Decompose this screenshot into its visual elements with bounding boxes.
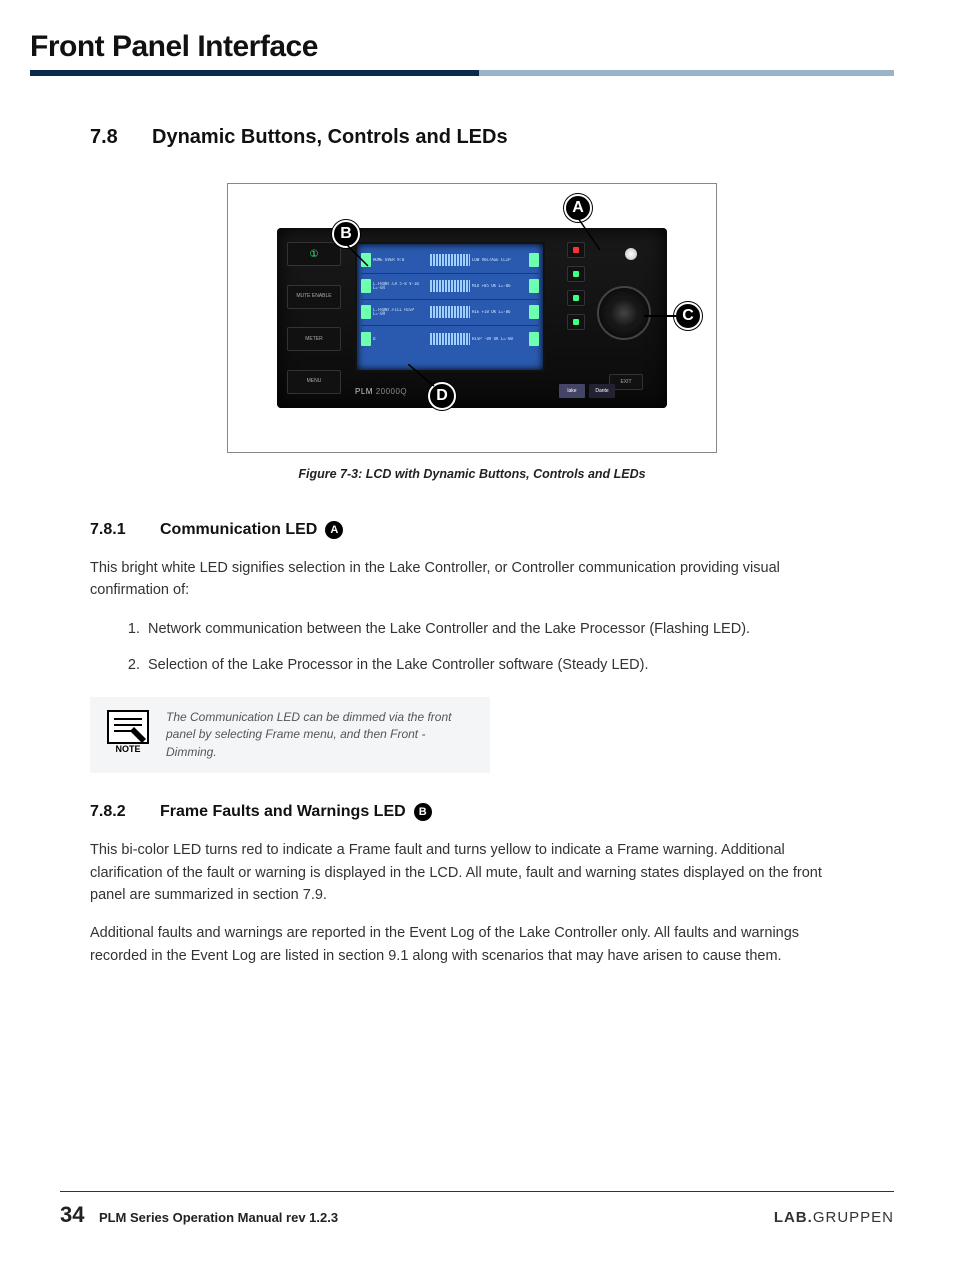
device-right-controls: EXIT — [567, 238, 657, 398]
callout-a-line — [578, 218, 608, 258]
callout-b-line — [346, 244, 376, 274]
model-label: PLM 20000Q — [355, 387, 407, 396]
callout-d-line — [408, 364, 438, 394]
badge-b: B — [414, 803, 432, 821]
badge-a: A — [325, 521, 343, 539]
s781-list: Network communication between the Lake C… — [144, 618, 854, 677]
page-header-title: Front Panel Interface — [30, 30, 894, 64]
section-title: Dynamic Buttons, Controls and LEDs — [152, 126, 508, 148]
dante-logo: Dante — [589, 384, 615, 398]
section-number: 7.8 — [90, 126, 152, 149]
device-panel: ① MUTE ENABLE METER MENU HOME OVER 9:0LO… — [277, 228, 667, 408]
subsection-781-number: 7.8.1 — [90, 521, 152, 539]
s781-list-item-2: Selection of the Lake Processor in the L… — [144, 654, 854, 676]
dynamic-button-3 — [567, 290, 585, 306]
section-heading: 7.8Dynamic Buttons, Controls and LEDs — [90, 126, 854, 149]
page-content: 7.8Dynamic Buttons, Controls and LEDs ① … — [30, 76, 894, 967]
figure-wrap: ① MUTE ENABLE METER MENU HOME OVER 9:0LO… — [90, 183, 854, 491]
communication-led — [625, 248, 637, 260]
dynamic-button-4 — [567, 314, 585, 330]
s781-paragraph-1: This bright white LED signifies selectio… — [90, 557, 854, 602]
header-rule — [30, 70, 894, 76]
lake-logo: lake — [559, 384, 585, 398]
figure-caption: Figure 7-3: LCD with Dynamic Buttons, Co… — [298, 467, 645, 481]
callout-c-line — [644, 315, 676, 317]
subsection-781-title: Communication LED — [160, 521, 317, 539]
footer-rule — [60, 1191, 894, 1192]
note-text: The Communication LED can be dimmed via … — [166, 709, 474, 761]
document-title: PLM Series Operation Manual rev 1.2.3 — [99, 1210, 338, 1225]
subsection-782-number: 7.8.2 — [90, 803, 152, 821]
power-button: ① — [287, 242, 341, 266]
page-footer: 34 PLM Series Operation Manual rev 1.2.3… — [60, 1191, 894, 1228]
lcd-screen: HOME OVER 9:0LOW VOLTAGE CLIP L.FRONT.LA… — [355, 242, 545, 372]
device-bottom-strip: PLM 20000Q lake Dante — [355, 384, 615, 398]
note-icon: NOTE — [106, 709, 150, 753]
subsection-782-heading: 7.8.2 Frame Faults and Warnings LED B — [90, 803, 854, 821]
subsection-782-title: Frame Faults and Warnings LED — [160, 803, 406, 821]
menu-button: MENU — [287, 370, 341, 394]
meter-button: METER — [287, 327, 341, 351]
page-number: 34 — [60, 1202, 84, 1227]
brand-logo: LAB.GRUPPEN — [774, 1209, 894, 1226]
s782-paragraph-2: Additional faults and warnings are repor… — [90, 922, 854, 967]
device-left-buttons: ① MUTE ENABLE METER MENU — [287, 242, 341, 394]
subsection-781-heading: 7.8.1 Communication LED A — [90, 521, 854, 539]
dynamic-button-2 — [567, 266, 585, 282]
figure-7-3: ① MUTE ENABLE METER MENU HOME OVER 9:0LO… — [227, 183, 717, 453]
mute-enable-button: MUTE ENABLE — [287, 285, 341, 309]
note-box: NOTE The Communication LED can be dimmed… — [90, 697, 490, 773]
s781-list-item-1: Network communication between the Lake C… — [144, 618, 854, 640]
callout-c: C — [674, 302, 702, 330]
s782-paragraph-1: This bi-color LED turns red to indicate … — [90, 839, 854, 906]
svg-text:NOTE: NOTE — [115, 744, 140, 753]
rotary-encoder — [597, 286, 651, 340]
